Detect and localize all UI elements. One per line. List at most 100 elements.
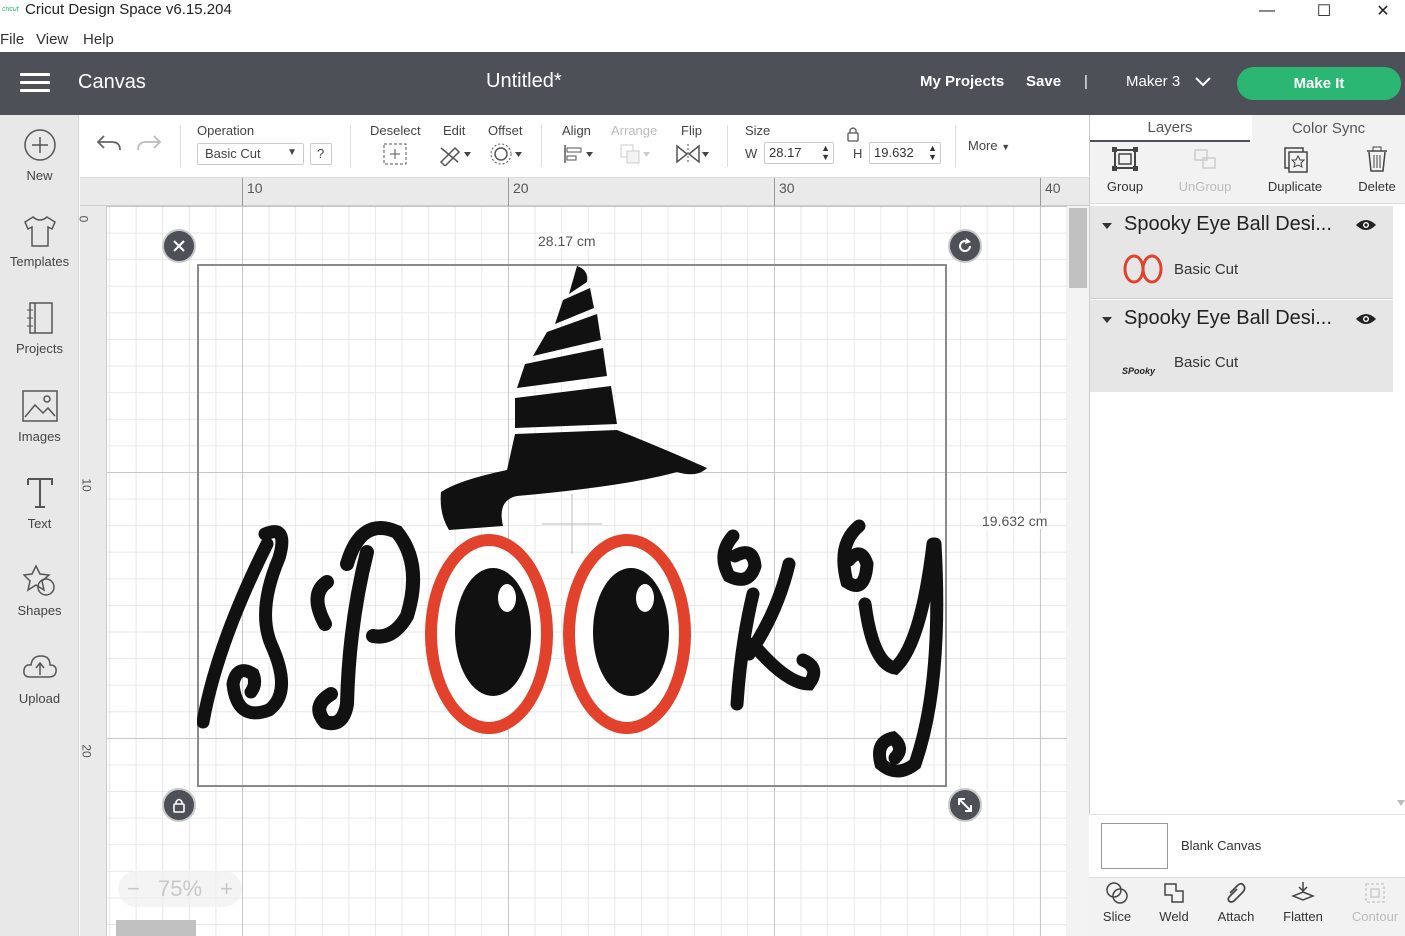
ruler-horizontal (80, 178, 1089, 206)
align-label: Align (562, 123, 591, 138)
eyeball-2 (563, 534, 691, 734)
zoom-out-button[interactable]: − (127, 876, 140, 902)
maximize-button[interactable]: ☐ (1301, 0, 1347, 22)
vertical-scroll-thumb[interactable] (1069, 208, 1087, 288)
weld-button[interactable]: Weld (1142, 881, 1206, 924)
close-window-button[interactable]: ✕ (1360, 0, 1405, 22)
sidebar-item-label: Upload (18, 691, 61, 706)
header-divider: | (1084, 73, 1088, 90)
deselect-label: Deselect (370, 123, 421, 138)
machine-select[interactable]: Maker 3 (1126, 73, 1180, 90)
eye-visibility-icon[interactable] (1355, 312, 1377, 326)
chevron-down-icon[interactable] (1195, 77, 1211, 87)
sidebar-item-templates[interactable]: Templates (0, 214, 79, 294)
delete-button[interactable]: Delete (1337, 145, 1405, 194)
edit-icon[interactable] (438, 142, 472, 166)
document-title[interactable]: Untitled* (486, 70, 562, 93)
ruler-tick-label: 20 (79, 744, 94, 758)
layer-name[interactable]: Spooky Eye Ball Desi... (1124, 307, 1332, 330)
caret-down-icon: ▼ (1001, 142, 1011, 152)
flatten-label: Flatten (1283, 909, 1323, 924)
operation-select[interactable]: Basic Cut ▼ (197, 143, 304, 165)
hamburger-menu-icon[interactable] (20, 73, 50, 93)
eye-visibility-icon[interactable] (1355, 218, 1377, 232)
height-input[interactable]: 19.632 ▲ ▼ (869, 142, 941, 164)
sidebar-item-shapes[interactable]: Shapes (0, 563, 79, 643)
sidebar-item-images[interactable]: Images (0, 389, 79, 469)
undo-icon[interactable] (96, 133, 122, 153)
redo-icon[interactable] (136, 133, 162, 153)
operation-help-button[interactable]: ? (310, 143, 332, 165)
width-label: W (745, 146, 758, 161)
close-icon: ✕ (1376, 3, 1390, 20)
save-button[interactable]: Save (1026, 73, 1061, 90)
zoom-in-button[interactable]: + (220, 876, 233, 902)
contour-button: Contour (1343, 881, 1405, 924)
dropdown-arrow-icon: ▼ (287, 147, 297, 158)
collapse-arrow-icon[interactable] (1101, 315, 1113, 325)
lock-icon[interactable] (846, 126, 860, 142)
arrange-label: Arrange (611, 123, 658, 138)
layer-name[interactable]: Spooky Eye Ball Desi... (1124, 213, 1332, 236)
toolbar-divider (350, 125, 351, 167)
spooky-design-artwork[interactable] (197, 264, 947, 787)
menu-view[interactable]: View (36, 31, 68, 48)
ruler-vertical (80, 206, 107, 936)
vertical-scrollbar[interactable] (1067, 206, 1089, 936)
size-label: Size (745, 123, 771, 138)
layer-operation: Basic Cut (1174, 261, 1239, 278)
minimize-button[interactable]: — (1244, 0, 1290, 22)
ungroup-label: UnGroup (1178, 179, 1232, 194)
more-button[interactable]: More ▼ (968, 138, 1010, 153)
blank-canvas-swatch[interactable] (1101, 823, 1168, 869)
sidebar-item-new[interactable]: New (0, 128, 79, 208)
ruler-tick-label: 0 (76, 215, 91, 223)
sidebar-item-label: Shapes (17, 603, 62, 618)
sidebar-item-label: Images (18, 429, 61, 444)
menu-bar (0, 28, 1405, 52)
sidebar-item-projects[interactable]: Projects (0, 301, 79, 381)
height-value: 19.632 (874, 145, 914, 160)
tshirt-icon (23, 216, 56, 247)
duplicate-button[interactable]: Duplicate (1255, 145, 1335, 194)
horizontal-scroll-thumb[interactable] (116, 920, 196, 936)
offset-icon[interactable] (490, 142, 524, 166)
width-dimension-label: 28.17 cm (538, 233, 596, 249)
tab-color-sync[interactable]: Color Sync (1252, 115, 1405, 142)
witch-hat-shape (440, 266, 707, 530)
stepper-icon[interactable]: ▲ ▼ (928, 144, 937, 162)
rotate-handle[interactable] (948, 229, 982, 263)
projects-icon (26, 302, 53, 334)
lock-handle[interactable] (162, 788, 196, 822)
collapse-arrow-icon[interactable] (1101, 221, 1113, 231)
layer-thumbnail-spooky: SPooky (1122, 366, 1156, 376)
letter-y-shape (837, 519, 944, 778)
deselect-icon[interactable] (382, 142, 408, 166)
width-input[interactable]: 28.17 ▲ ▼ (764, 142, 834, 164)
my-projects-link[interactable]: My Projects (920, 73, 1004, 90)
make-it-button[interactable]: Make It (1237, 67, 1401, 100)
sidebar-item-upload[interactable]: Upload (0, 651, 79, 731)
paperclip-icon (1227, 882, 1246, 903)
width-value: 28.17 (769, 145, 802, 160)
align-icon[interactable] (562, 142, 596, 166)
attach-button[interactable]: Attach (1204, 881, 1268, 924)
tab-layers[interactable]: Layers (1090, 115, 1250, 142)
slice-button[interactable]: Slice (1085, 881, 1149, 924)
menu-file[interactable]: File (0, 31, 24, 48)
sidebar-item-text[interactable]: Text (0, 476, 79, 556)
menu-help[interactable]: Help (83, 31, 114, 48)
weld-label: Weld (1159, 909, 1189, 924)
flip-label: Flip (681, 123, 702, 138)
stepper-icon[interactable]: ▲ ▼ (821, 144, 830, 162)
slice-label: Slice (1102, 909, 1132, 924)
group-button[interactable]: Group (1085, 145, 1165, 194)
flip-icon[interactable] (674, 142, 710, 166)
flatten-button[interactable]: Flatten (1271, 881, 1335, 924)
delete-handle[interactable] (162, 229, 196, 263)
weld-icon (1164, 883, 1184, 903)
resize-handle[interactable] (948, 788, 982, 822)
ungroup-button: UnGroup (1165, 145, 1245, 194)
scroll-down-arrow-icon[interactable] (1397, 800, 1405, 806)
contour-icon (1365, 883, 1385, 903)
